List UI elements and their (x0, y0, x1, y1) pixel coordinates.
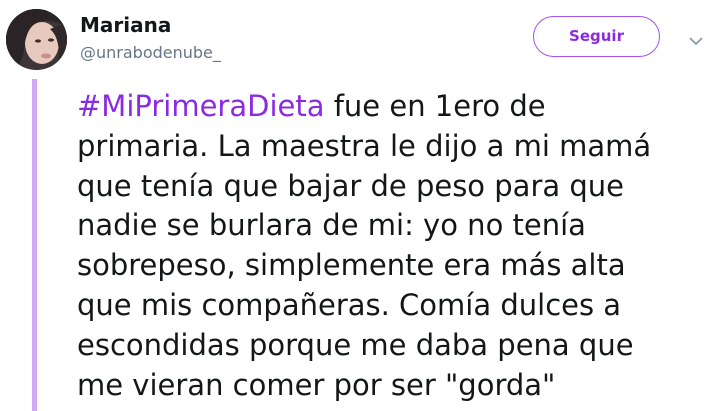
chevron-down-icon[interactable] (688, 33, 704, 49)
tweet-line: fue en 1ero de (324, 89, 546, 123)
author-handle[interactable]: @unrabodenube_ (80, 43, 221, 63)
avatar-photo (6, 9, 67, 70)
hashtag-link[interactable]: #MiPrimeraDieta (77, 89, 325, 123)
tweet-line: primaria. La maestra le dijo a mi mamá (77, 128, 652, 163)
tweet-line: que mis compañeras. Comía dulces a (77, 287, 622, 322)
tweet-line: nadie se burlara de mi: yo no tenía (77, 208, 586, 243)
tweet-text: #MiPrimeraDieta fue en 1ero de primaria. … (77, 87, 697, 405)
follow-button[interactable]: Seguir (533, 16, 660, 57)
tweet-line: escondidas porque me daba pena que (77, 327, 634, 362)
tweet-line: sobrepeso, simplemente era más alta (77, 248, 626, 283)
author-name[interactable]: Mariana (80, 13, 171, 37)
thread-line (32, 79, 37, 411)
tweet-line: que tenía que bajar de peso para que (77, 168, 624, 203)
tweet-line: me vieran comer por ser "gorda" (77, 367, 556, 402)
avatar[interactable] (6, 9, 67, 70)
